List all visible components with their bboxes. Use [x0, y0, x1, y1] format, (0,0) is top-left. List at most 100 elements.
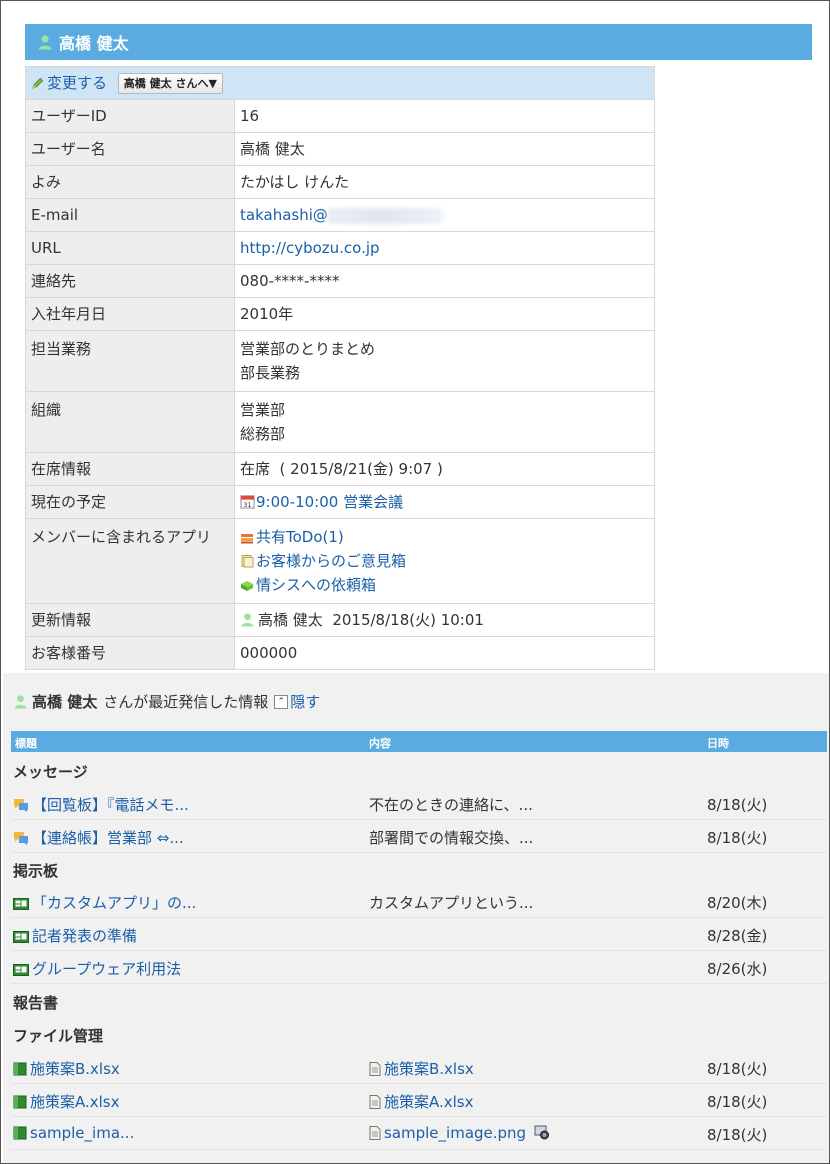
field-key: 現在の予定	[25, 485, 235, 519]
field-contact: 080-****-****	[234, 264, 655, 298]
message-link[interactable]: 【回覧板】『電話メモ...	[13, 794, 189, 815]
file-cabinet-icon	[13, 1062, 27, 1076]
table-row: 記者発表の準備 8/28(金)	[11, 918, 827, 951]
document-icon	[369, 1062, 381, 1076]
app-link-feedback[interactable]: お客様からのご意見箱	[240, 552, 406, 570]
column-content: 内容	[369, 737, 391, 750]
edit-link[interactable]: 変更する	[31, 74, 112, 92]
field-schedule: 31 9:00-10:00 営業会議	[234, 485, 655, 519]
table-row: 施策案B.xlsx 施策案B.xlsx 8/18(火)	[11, 1051, 827, 1084]
app-link-request[interactable]: 情シスへの依頼箱	[240, 576, 376, 594]
row-content: 部署間での情報交換、...	[369, 829, 534, 847]
bulletin-icon	[13, 898, 29, 910]
bulletin-link[interactable]: 記者発表の準備	[13, 925, 137, 946]
todo-app-icon	[241, 534, 253, 544]
field-organization: 営業部 総務部	[234, 391, 655, 453]
field-key: 組織	[25, 391, 235, 453]
page-title-bar: 高橋 健太	[25, 24, 812, 60]
recent-header: 高橋 健太 さんが最近発信した情報 ⌃ 隠す	[13, 691, 320, 712]
field-key: 連絡先	[25, 264, 235, 298]
organization-line: 営業部	[240, 401, 286, 419]
folder-link[interactable]: 施策案B.xlsx	[13, 1058, 120, 1079]
field-reading: たかはし けんた	[234, 165, 655, 199]
field-key: よみ	[25, 165, 235, 199]
field-key: 担当業務	[25, 330, 235, 392]
table-row: グループウェア利用法 8/26(水)	[11, 951, 827, 984]
folder-link[interactable]: sample_ima...	[13, 1124, 134, 1142]
app-label: お客様からのご意見箱	[256, 552, 407, 570]
field-key: E-mail	[25, 198, 235, 232]
table-row: 「カスタムアプリ」の... カスタムアプリという... 8/20(木)	[11, 885, 827, 918]
hide-link[interactable]: 隠す	[290, 691, 320, 712]
recent-list-header: 標題 内容 日時	[11, 731, 827, 752]
box-app-icon	[241, 581, 253, 591]
pencil-icon	[32, 77, 44, 89]
table-row: sample_ima... sample_image.png 8/18(火)	[11, 1117, 827, 1150]
row-content: 不在のときの連絡に、...	[369, 796, 533, 814]
user-detail-table: 変更する 高橋 健太 さんへ▼ ユーザーID 16 ユーザー名 高橋 健太 よみ たか…	[25, 66, 655, 670]
organization-line: 総務部	[240, 425, 286, 443]
page-frame: 高橋 健太 変更する 高橋 健太 さんへ▼ ユーザーID 16 ユーザー名 高橋 健…	[0, 0, 830, 1164]
app-link-todo[interactable]: 共有ToDo(1)	[240, 528, 344, 546]
bulletin-link[interactable]: 「カスタムアプリ」の...	[13, 892, 196, 913]
message-link[interactable]: 【連絡帳】営業部 ⇔...	[13, 827, 184, 848]
bulletin-icon	[13, 964, 29, 976]
field-apps: 共有ToDo(1) お客様からのご意見箱 情シスへの依頼箱	[234, 518, 655, 604]
user-icon	[241, 613, 254, 627]
row-date: 8/28(金)	[707, 927, 768, 945]
field-customer-number: 000000	[234, 636, 655, 670]
field-duties: 営業部のとりまとめ 部長業務	[234, 330, 655, 392]
row-date: 8/18(火)	[707, 1060, 768, 1078]
updated-time: 2015/8/18(火) 10:01	[332, 611, 484, 629]
row-title: 【回覧板】『電話メモ...	[32, 796, 189, 814]
category-reports: 報告書	[13, 994, 59, 1012]
file-link[interactable]: 施策案A.xlsx	[369, 1091, 474, 1112]
document-icon	[369, 1095, 381, 1109]
recent-section: 高橋 健太 さんが最近発信した情報 ⌃ 隠す 標題 内容 日時 メッセージ 【回…	[3, 673, 829, 1163]
row-title: 「カスタムアプリ」の...	[32, 894, 197, 912]
duty-line: 営業部のとりまとめ	[240, 340, 376, 358]
user-icon	[14, 695, 27, 709]
svg-text:31: 31	[243, 501, 251, 509]
row-date: 8/18(火)	[707, 1093, 768, 1111]
row-title: 【連絡帳】営業部 ⇔...	[32, 829, 184, 847]
note-app-icon	[241, 555, 254, 568]
bulletin-link[interactable]: グループウェア利用法	[13, 958, 181, 979]
field-user-id: 16	[234, 99, 655, 133]
file-link[interactable]: sample_image.png	[369, 1124, 526, 1142]
row-date: 8/18(火)	[707, 1126, 768, 1144]
table-row: 【回覧板】『電話メモ... 不在のときの連絡に、... 8/18(火)	[11, 787, 827, 820]
category-files: ファイル管理	[13, 1027, 104, 1045]
field-updated: 高橋 健太 2015/8/18(火) 10:01	[234, 603, 655, 637]
field-presence: 在席 ( 2015/8/21(金) 9:07 )	[234, 452, 655, 486]
field-key: 在席情報	[25, 452, 235, 486]
column-date: 日時	[707, 737, 729, 750]
redacted-email-domain	[327, 207, 443, 224]
field-join-date: 2010年	[234, 297, 655, 331]
image-preview-icon[interactable]	[534, 1125, 550, 1140]
document-icon	[369, 1126, 381, 1140]
file-cabinet-icon	[13, 1126, 27, 1140]
app-label: 情シスへの依頼箱	[256, 576, 377, 594]
folder-link[interactable]: 施策案A.xlsx	[13, 1091, 120, 1112]
row-title: 施策案A.xlsx	[30, 1093, 120, 1111]
email-link[interactable]: takahashi@	[240, 206, 328, 224]
row-date: 8/26(水)	[707, 960, 768, 978]
row-content: 施策案B.xlsx	[384, 1060, 474, 1078]
field-key: 更新情報	[25, 603, 235, 637]
schedule-label: 9:00-10:00 営業会議	[256, 493, 404, 511]
row-title: グループウェア利用法	[32, 960, 182, 978]
user-menu-button[interactable]: 高橋 健太 さんへ▼	[117, 73, 223, 94]
collapse-icon[interactable]: ⌃	[274, 694, 289, 709]
schedule-link[interactable]: 31 9:00-10:00 営業会議	[240, 493, 403, 511]
row-date: 8/18(火)	[707, 829, 768, 847]
updated-user: 高橋 健太	[258, 611, 323, 629]
file-link[interactable]: 施策案B.xlsx	[369, 1058, 474, 1079]
category-bulletin: 掲示板	[13, 862, 59, 880]
row-date: 8/20(木)	[707, 894, 768, 912]
url-link[interactable]: http://cybozu.co.jp	[240, 239, 380, 257]
column-title: 標題	[15, 737, 37, 750]
row-title: sample_ima...	[30, 1124, 135, 1142]
row-content: sample_image.png	[384, 1124, 527, 1142]
bulletin-icon	[13, 931, 29, 943]
